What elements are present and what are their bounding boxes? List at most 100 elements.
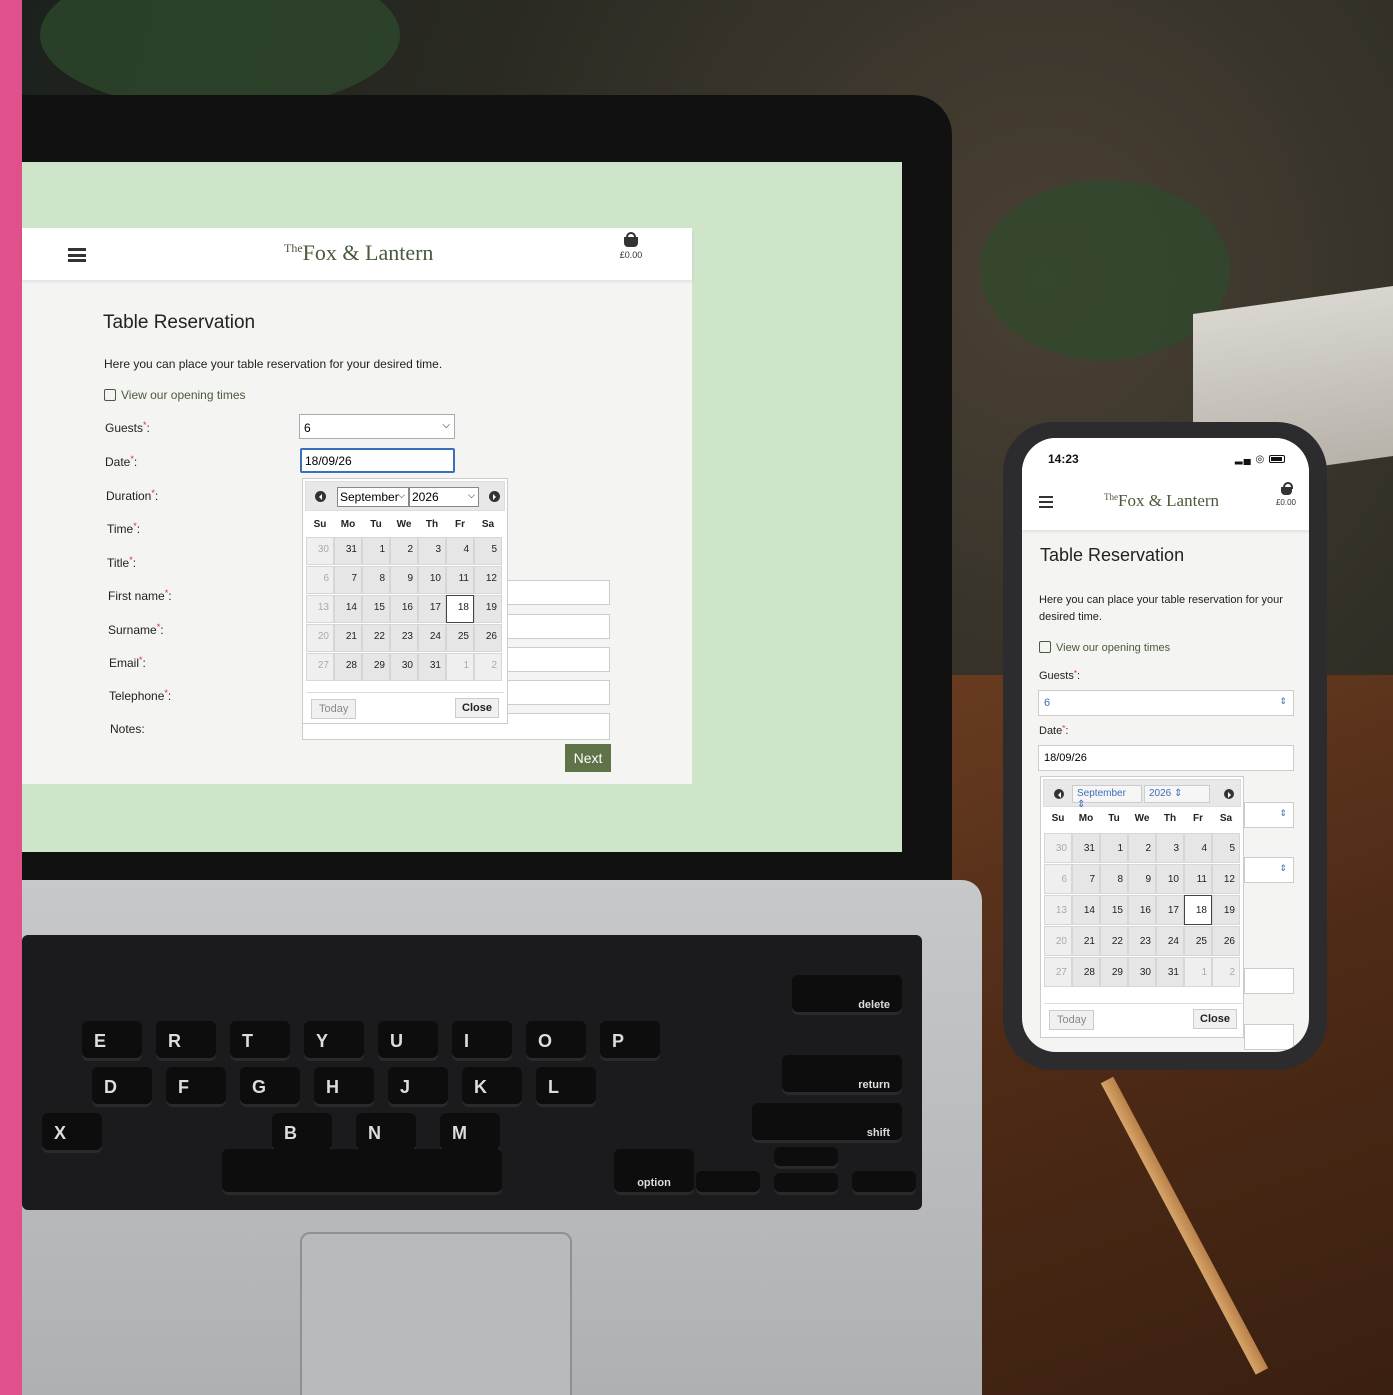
calendar-day[interactable]: 2 — [1128, 833, 1156, 863]
key-p[interactable]: P — [600, 1021, 660, 1061]
key-shift[interactable]: shift — [752, 1103, 902, 1143]
calendar-day[interactable]: 30 — [1044, 833, 1072, 863]
calendar-day[interactable]: 27 — [1044, 957, 1072, 987]
calendar-day[interactable]: 31 — [418, 653, 446, 681]
calendar-day[interactable]: 7 — [1072, 864, 1100, 894]
key-d[interactable]: D — [92, 1067, 152, 1107]
key-h[interactable]: H — [314, 1067, 374, 1107]
key-e[interactable]: E — [82, 1021, 142, 1061]
key-n[interactable]: N — [356, 1113, 416, 1153]
key-i[interactable]: I — [452, 1021, 512, 1061]
guests-select[interactable]: 6 ⇕ — [1038, 690, 1294, 716]
calendar-day[interactable]: 28 — [1072, 957, 1100, 987]
calendar-day[interactable]: 13 — [306, 595, 334, 623]
calendar-day[interactable]: 4 — [446, 537, 474, 565]
key-option[interactable]: option — [614, 1149, 694, 1195]
opening-times-link[interactable]: View our opening times — [104, 388, 246, 402]
calendar-day[interactable]: 2 — [474, 653, 502, 681]
calendar-day[interactable]: 17 — [1156, 895, 1184, 925]
calendar-day[interactable]: 24 — [1156, 926, 1184, 956]
key-j[interactable]: J — [388, 1067, 448, 1107]
key-space[interactable] — [222, 1149, 502, 1195]
basket-button[interactable]: £0.00 — [616, 232, 646, 260]
email-input[interactable] — [506, 647, 610, 672]
calendar-day[interactable]: 12 — [1212, 864, 1240, 894]
key-arrow-up[interactable] — [774, 1147, 838, 1169]
calendar-day[interactable]: 6 — [306, 566, 334, 594]
menu-icon[interactable] — [1039, 496, 1053, 508]
calendar-day[interactable]: 2 — [1212, 957, 1240, 987]
calendar-day[interactable]: 21 — [334, 624, 362, 652]
calendar-day-selected[interactable]: 18 — [446, 595, 474, 623]
guests-select[interactable]: 6 ⌵ — [299, 414, 455, 439]
time-select[interactable]: ⇕ — [1244, 857, 1294, 883]
calendar-day[interactable]: 3 — [418, 537, 446, 565]
calendar-day[interactable]: 22 — [362, 624, 390, 652]
calendar-day[interactable]: 8 — [362, 566, 390, 594]
year-select[interactable]: 2026 ⇕ — [1144, 785, 1210, 803]
prev-month-icon[interactable] — [315, 491, 326, 502]
calendar-day[interactable]: 15 — [362, 595, 390, 623]
key-l[interactable]: L — [536, 1067, 596, 1107]
calendar-day[interactable]: 31 — [334, 537, 362, 565]
calendar-day[interactable]: 14 — [1072, 895, 1100, 925]
key-o[interactable]: O — [526, 1021, 586, 1061]
calendar-day[interactable]: 16 — [390, 595, 418, 623]
site-logo[interactable]: TheFox & Lantern — [284, 240, 433, 266]
key-y[interactable]: Y — [304, 1021, 364, 1061]
calendar-day[interactable]: 27 — [306, 653, 334, 681]
calendar-day[interactable]: 19 — [1212, 895, 1240, 925]
calendar-day[interactable]: 28 — [334, 653, 362, 681]
calendar-day[interactable]: 11 — [1184, 864, 1212, 894]
calendar-day[interactable]: 7 — [334, 566, 362, 594]
calendar-day[interactable]: 9 — [1128, 864, 1156, 894]
date-input[interactable]: 18/09/26 — [1038, 745, 1294, 771]
calendar-day[interactable]: 29 — [1100, 957, 1128, 987]
calendar-day[interactable]: 2 — [390, 537, 418, 565]
firstname-input[interactable] — [1244, 1024, 1294, 1050]
month-select[interactable]: September ⇕ — [1072, 785, 1142, 810]
calendar-day[interactable]: 26 — [474, 624, 502, 652]
duration-select[interactable]: ⇕ — [1244, 802, 1294, 828]
calendar-day[interactable]: 5 — [474, 537, 502, 565]
key-k[interactable]: K — [462, 1067, 522, 1107]
calendar-day[interactable]: 10 — [1156, 864, 1184, 894]
calendar-day[interactable]: 1 — [446, 653, 474, 681]
calendar-day[interactable]: 3 — [1156, 833, 1184, 863]
key-m[interactable]: M — [440, 1113, 500, 1153]
calendar-day[interactable]: 17 — [418, 595, 446, 623]
calendar-day[interactable]: 1 — [1184, 957, 1212, 987]
key-arrow-left[interactable] — [696, 1171, 760, 1195]
calendar-day[interactable]: 16 — [1128, 895, 1156, 925]
surname-input[interactable] — [506, 614, 610, 639]
calendar-day[interactable]: 11 — [446, 566, 474, 594]
calendar-day[interactable]: 31 — [1156, 957, 1184, 987]
calendar-day[interactable]: 26 — [1212, 926, 1240, 956]
calendar-day[interactable]: 5 — [1212, 833, 1240, 863]
calendar-day[interactable]: 23 — [390, 624, 418, 652]
calendar-day[interactable]: 1 — [1100, 833, 1128, 863]
trackpad[interactable] — [300, 1232, 572, 1395]
calendar-day[interactable]: 21 — [1072, 926, 1100, 956]
prev-month-icon[interactable] — [1054, 789, 1064, 799]
calendar-day[interactable]: 30 — [306, 537, 334, 565]
calendar-day[interactable]: 23 — [1128, 926, 1156, 956]
next-button[interactable]: Next — [565, 744, 611, 772]
calendar-day[interactable]: 20 — [1044, 926, 1072, 956]
opening-times-link[interactable]: View our opening times — [1039, 641, 1170, 654]
calendar-day[interactable]: 19 — [474, 595, 502, 623]
close-button[interactable]: Close — [455, 698, 499, 718]
calendar-day[interactable]: 29 — [362, 653, 390, 681]
calendar-day[interactable]: 14 — [334, 595, 362, 623]
calendar-day[interactable]: 12 — [474, 566, 502, 594]
next-month-icon[interactable] — [489, 491, 500, 502]
key-delete[interactable]: delete — [792, 975, 902, 1015]
calendar-day[interactable]: 30 — [1128, 957, 1156, 987]
title-input[interactable] — [1244, 968, 1294, 994]
key-b[interactable]: B — [272, 1113, 332, 1153]
calendar-day[interactable]: 22 — [1100, 926, 1128, 956]
site-logo[interactable]: TheFox & Lantern — [1104, 491, 1219, 511]
calendar-day[interactable]: 24 — [418, 624, 446, 652]
key-g[interactable]: G — [240, 1067, 300, 1107]
key-arrow-down[interactable] — [774, 1173, 838, 1195]
